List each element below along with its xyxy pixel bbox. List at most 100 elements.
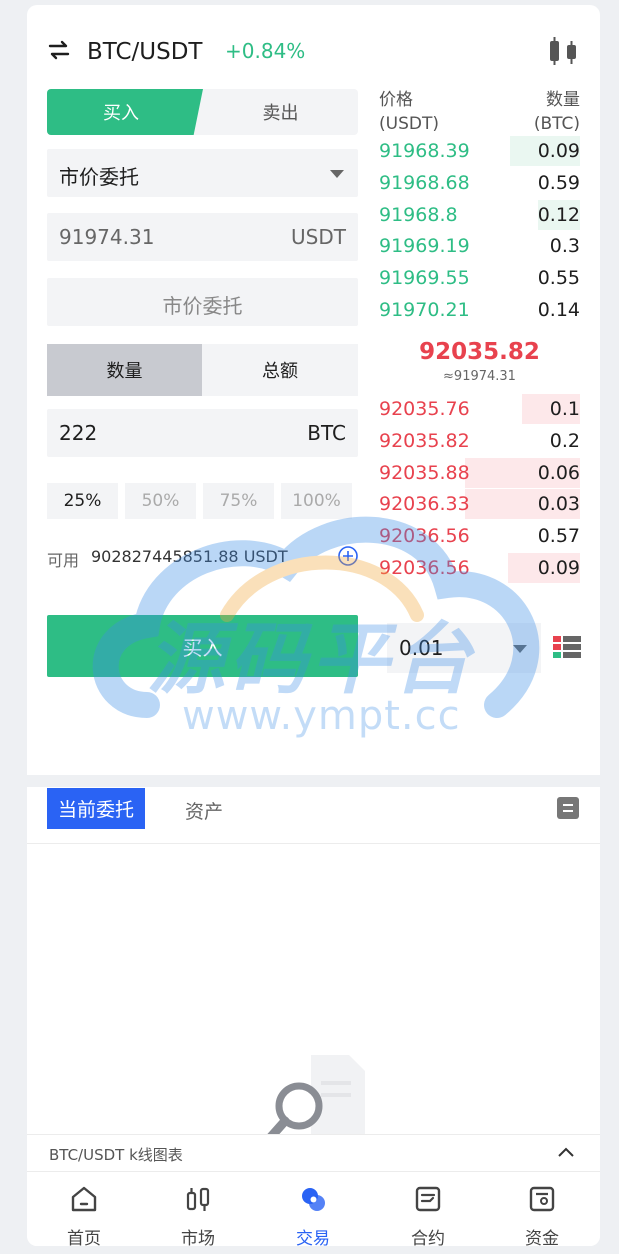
ask-price: 92036.56 xyxy=(379,525,470,548)
bid-price: 91969.19 xyxy=(379,235,470,258)
section-divider xyxy=(27,775,600,787)
bid-price: 91968.39 xyxy=(379,140,470,162)
bottom-nav: 首页 市场 交易 合约 资金 xyxy=(27,1171,600,1246)
percent-50-button[interactable]: 50% xyxy=(125,483,196,519)
nav-item-funds[interactable]: 资金 xyxy=(485,1172,599,1246)
wallet-icon xyxy=(529,1186,555,1212)
swap-arrows-icon[interactable] xyxy=(47,38,71,62)
bid-qty: 0.09 xyxy=(537,140,580,162)
nav-label: 资金 xyxy=(525,1229,559,1246)
price-header-unit: (USDT) xyxy=(379,114,439,134)
price-unit: USDT xyxy=(291,225,346,249)
ask-row[interactable]: 92035.82 0.2 xyxy=(379,426,580,458)
bid-qty: 0.59 xyxy=(537,171,580,194)
qty-header-unit: (BTC) xyxy=(533,114,580,134)
add-circle-icon[interactable] xyxy=(337,545,359,567)
price-value: 91974.31 xyxy=(59,225,155,249)
ask-row[interactable]: 92036.56 0.09 xyxy=(379,553,580,585)
market-price-label: 市价委托 xyxy=(162,294,243,318)
home-icon xyxy=(71,1186,97,1212)
quantity-input[interactable]: 222 BTC xyxy=(47,409,358,457)
nav-item-trade[interactable]: 交易 xyxy=(256,1172,370,1246)
caret-down-icon xyxy=(513,645,527,653)
bid-price: 91968.68 xyxy=(379,171,470,194)
ask-qty: 0.03 xyxy=(537,493,580,516)
bid-qty: 0.3 xyxy=(549,235,580,258)
quantity-unit: BTC xyxy=(307,421,346,445)
orderbook-layout-icon[interactable] xyxy=(553,635,581,659)
bid-price: 91970.21 xyxy=(379,299,470,321)
empty-search-icon xyxy=(264,1055,365,1141)
bid-row[interactable]: 91968.39 0.09 xyxy=(379,136,580,168)
percent-100-button[interactable]: 100% xyxy=(281,483,352,519)
nav-label: 合约 xyxy=(411,1229,445,1246)
ask-price: 92035.76 xyxy=(379,398,470,420)
nav-item-home[interactable]: 首页 xyxy=(27,1172,141,1246)
last-price: 92035.82 xyxy=(419,339,540,365)
percent-25-button[interactable]: 25% xyxy=(47,483,118,519)
ask-price: 92035.88 xyxy=(379,461,470,484)
nav-item-market[interactable]: 市场 xyxy=(141,1172,255,1246)
candlestick-icon[interactable] xyxy=(547,37,581,67)
amount-mode-tabs: 数量 总额 xyxy=(47,344,358,396)
market-icon xyxy=(186,1187,210,1211)
trading-pair[interactable]: BTC/USDT xyxy=(87,39,202,65)
tab-current-orders[interactable]: 当前委托 xyxy=(47,788,145,829)
ask-qty: 0.06 xyxy=(537,461,580,484)
watermark-url: www.ympt.cc xyxy=(182,693,461,739)
trade-screen: BTC/USDT +0.84% 买入 卖出 市价委托 91974.31 USDT… xyxy=(27,5,600,1246)
kline-chart-bar[interactable]: BTC/USDT k线图表 xyxy=(27,1134,600,1171)
bid-row[interactable]: 91968.8 0.12 xyxy=(379,199,580,232)
ask-qty: 0.1 xyxy=(549,398,580,420)
available-value: 902827445851.88 USDT xyxy=(91,547,288,566)
ask-qty: 0.57 xyxy=(537,525,580,548)
kline-label: BTC/USDT k线图表 xyxy=(49,1146,183,1164)
last-price-approx: ≈91974.31 xyxy=(443,369,516,384)
chevron-up-icon[interactable] xyxy=(558,1146,574,1158)
ask-price: 92035.82 xyxy=(379,429,470,452)
bid-price: 91969.55 xyxy=(379,267,470,290)
bid-row[interactable]: 91969.19 0.3 xyxy=(379,231,580,263)
order-list-icon[interactable] xyxy=(557,797,579,819)
ask-qty: 0.09 xyxy=(537,557,580,579)
nav-label: 首页 xyxy=(67,1229,101,1246)
available-label: 可用 xyxy=(47,551,80,570)
nav-label: 交易 xyxy=(296,1229,330,1246)
orders-divider xyxy=(27,843,600,844)
percent-75-button[interactable]: 75% xyxy=(203,483,274,519)
price-change: +0.84% xyxy=(225,39,306,63)
tab-amount[interactable]: 数量 xyxy=(47,344,202,396)
ask-qty: 0.2 xyxy=(549,429,580,452)
price-input[interactable]: 91974.31 USDT xyxy=(47,213,358,261)
tab-sell[interactable]: 卖出 xyxy=(203,89,358,135)
orderbook-qty-header: 数量 (BTC) xyxy=(534,88,580,136)
bid-row[interactable]: 91968.68 0.59 xyxy=(379,168,580,200)
qty-header-label: 数量 xyxy=(546,90,580,110)
bid-price: 91968.8 xyxy=(379,203,458,226)
quantity-value: 222 xyxy=(59,421,98,445)
bid-qty: 0.55 xyxy=(537,267,580,290)
ask-row[interactable]: 92035.76 0.1 xyxy=(379,394,580,426)
trade-icon xyxy=(302,1188,325,1211)
bid-row[interactable]: 91969.55 0.55 xyxy=(379,263,580,295)
nav-label: 市场 xyxy=(181,1229,215,1246)
ask-row[interactable]: 92035.88 0.06 xyxy=(379,457,580,490)
tab-buy[interactable]: 买入 xyxy=(47,89,203,135)
tab-assets[interactable]: 资产 xyxy=(185,797,223,824)
price-header-label: 价格 xyxy=(379,90,413,110)
ask-row[interactable]: 92036.33 0.03 xyxy=(379,489,580,521)
caret-down-icon xyxy=(330,170,344,178)
bid-row[interactable]: 91970.21 0.14 xyxy=(379,295,580,327)
ask-price: 92036.56 xyxy=(379,557,470,579)
bid-qty: 0.14 xyxy=(537,299,580,321)
contract-icon xyxy=(415,1186,441,1212)
ask-row[interactable]: 92036.56 0.57 xyxy=(379,521,580,553)
order-type-select[interactable]: 市价委托 xyxy=(47,149,358,197)
tab-total[interactable]: 总额 xyxy=(202,344,358,396)
ask-price: 92036.33 xyxy=(379,493,470,516)
market-price-field: 市价委托 xyxy=(47,278,358,326)
nav-item-contract[interactable]: 合约 xyxy=(371,1172,485,1246)
order-type-value: 市价委托 xyxy=(59,165,139,189)
buy-sell-tabs: 买入 卖出 xyxy=(47,89,358,135)
bid-qty: 0.12 xyxy=(537,203,580,226)
